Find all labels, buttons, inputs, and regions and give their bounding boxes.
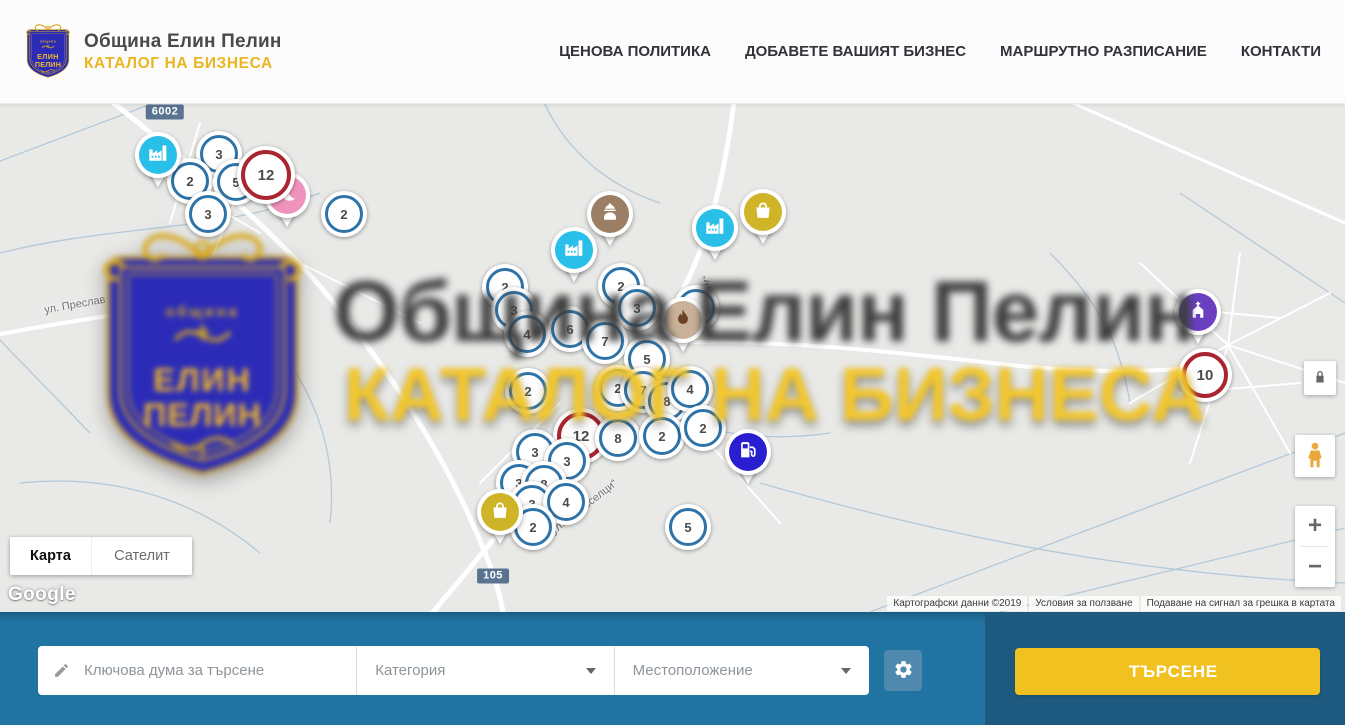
search-button-label: ТЪРСЕНЕ bbox=[1129, 662, 1218, 682]
location-select-value: Местоположение bbox=[633, 662, 841, 679]
google-map[interactable]: 6002105ул. Преславбул. „Новоселци“ци“ 32… bbox=[0, 103, 1345, 612]
nav-item-contacts[interactable]: КОНТАКТИ bbox=[1241, 43, 1321, 60]
zoom-control: + − bbox=[1295, 506, 1335, 587]
gear-icon bbox=[893, 659, 914, 683]
nav-item-pricing[interactable]: ЦЕНОВА ПОЛИТИКА bbox=[559, 43, 711, 60]
main-nav: ЦЕНОВА ПОЛИТИКА ДОБАВЕТЕ ВАШИЯТ БИЗНЕС М… bbox=[559, 43, 1321, 60]
google-logo[interactable]: Google bbox=[8, 584, 76, 606]
attribution-report-error-link[interactable]: Подаване на сигнал за грешка в картата bbox=[1141, 596, 1341, 611]
attribution-copyright: Картографски данни ©2019 bbox=[887, 596, 1027, 611]
padlock-icon bbox=[1311, 368, 1329, 389]
nav-item-route-schedule[interactable]: МАРШРУТНО РАЗПИСАНИЕ bbox=[1000, 43, 1207, 60]
search-button-panel: ТЪРСЕНЕ bbox=[985, 612, 1345, 725]
street-view-pegman-button[interactable] bbox=[1295, 435, 1335, 477]
location-select[interactable]: Местоположение bbox=[614, 646, 869, 695]
zoom-out-button[interactable]: − bbox=[1295, 547, 1335, 587]
site-title: Община Елин Пелин bbox=[84, 30, 282, 54]
municipality-crest-logo bbox=[22, 20, 74, 83]
pencil-icon bbox=[53, 662, 70, 679]
nav-item-add-business[interactable]: ДОБАВЕТЕ ВАШИЯТ БИЗНЕС bbox=[745, 43, 966, 60]
zoom-in-button[interactable]: + bbox=[1295, 506, 1335, 546]
site-subtitle: КАТАЛОГ НА БИЗНЕСА bbox=[84, 54, 282, 73]
chevron-down-icon bbox=[841, 668, 851, 674]
map-type-satellite-button[interactable]: Сателит bbox=[91, 537, 192, 575]
pegman-icon bbox=[1300, 440, 1330, 473]
keyword-search-input[interactable] bbox=[82, 661, 336, 680]
advanced-search-settings-button[interactable] bbox=[884, 650, 922, 691]
site-logo[interactable]: Община Елин Пелин КАТАЛОГ НА БИЗНЕСА bbox=[22, 20, 282, 83]
search-fields: Категория Местоположение bbox=[38, 646, 869, 695]
map-lock-button[interactable] bbox=[1304, 361, 1336, 395]
business-catalog-page: община ЕЛИН ПЕЛИН Община Елин Пелин КАТА… bbox=[0, 0, 1345, 725]
map-controls-layer: Карта Сателит Google Картографски данни … bbox=[0, 103, 1345, 612]
chevron-down-icon bbox=[586, 668, 596, 674]
category-select-value: Категория bbox=[375, 662, 585, 679]
map-type-switcher: Карта Сателит bbox=[10, 537, 192, 575]
search-bar: Категория Местоположение ТЪРСЕНЕ bbox=[0, 612, 1345, 725]
map-attribution: Картографски данни ©2019 Условия за полз… bbox=[887, 596, 1341, 611]
site-header: Община Елин Пелин КАТАЛОГ НА БИЗНЕСА ЦЕН… bbox=[0, 0, 1345, 104]
map-type-map-button[interactable]: Карта bbox=[10, 537, 91, 575]
attribution-terms-link[interactable]: Условия за ползване bbox=[1029, 596, 1138, 611]
search-button[interactable]: ТЪРСЕНЕ bbox=[1015, 648, 1320, 695]
keyword-search-field[interactable] bbox=[38, 646, 356, 695]
category-select[interactable]: Категория bbox=[356, 646, 613, 695]
